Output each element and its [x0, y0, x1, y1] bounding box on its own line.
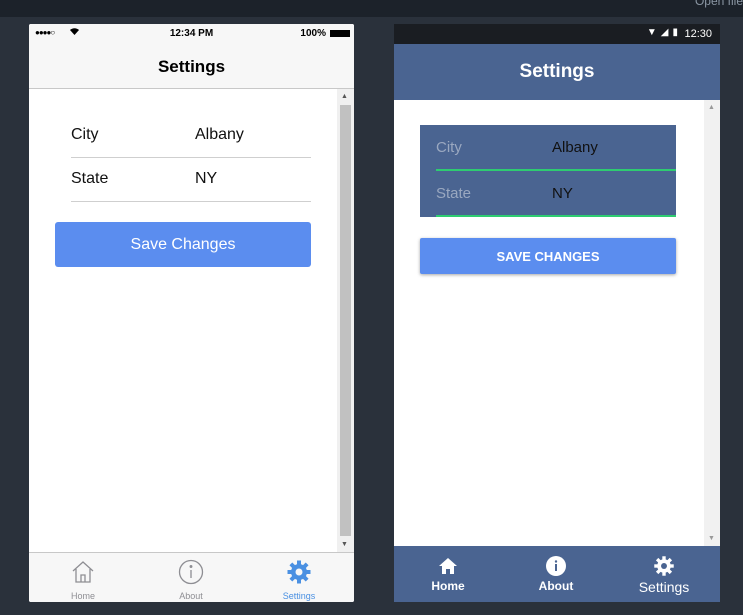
state-input[interactable]: NY [195, 170, 217, 188]
battery-percent: 100% [300, 28, 326, 39]
scrollbar-thumb[interactable] [340, 105, 351, 536]
tab-settings-label: Settings [282, 591, 316, 601]
tab-about-label: About [538, 579, 574, 593]
battery-icon [330, 30, 350, 37]
state-field[interactable]: State NY [436, 171, 676, 217]
city-label: City [71, 126, 99, 143]
status-icons: ▼◢▮ [646, 27, 682, 38]
ios-status-bar: ●●●●○ 12:34 PM 100% [29, 24, 354, 44]
tab-home-label: Home [431, 579, 465, 593]
info-icon [545, 555, 567, 577]
tab-bar: Home About Settings [29, 552, 354, 602]
state-field[interactable]: State NY [71, 158, 311, 202]
scrollbar[interactable]: ▲ ▼ [337, 89, 354, 552]
state-label: State [436, 185, 472, 202]
city-label: City [436, 139, 462, 156]
save-changes-button[interactable]: SAVE CHANGES [420, 238, 676, 274]
tab-about-label: About [179, 591, 203, 601]
android-device-preview: ▼◢▮ 12:30 Settings City Albany State NY … [394, 24, 720, 602]
scroll-up-icon[interactable]: ▲ [708, 104, 715, 111]
tab-settings[interactable]: Settings [245, 553, 353, 602]
city-input[interactable]: Albany [195, 126, 244, 144]
host-toolbar: Open file [0, 0, 743, 17]
open-file-link[interactable]: Open file [695, 0, 743, 8]
settings-form: City Albany State NY SAVE CHANGES [394, 100, 704, 546]
fields-card: City Albany State NY [420, 125, 676, 217]
status-time: 12:30 [684, 28, 712, 40]
tab-settings[interactable]: Settings [610, 546, 718, 602]
tab-settings-label: Settings [638, 579, 690, 595]
scroll-down-icon[interactable]: ▼ [341, 541, 348, 548]
tab-about[interactable]: About [502, 546, 610, 602]
gear-icon [653, 555, 675, 577]
city-input[interactable]: Albany [552, 139, 598, 156]
tab-about[interactable]: About [137, 553, 245, 602]
settings-form: City Albany State NY Save Changes [29, 89, 354, 552]
city-field[interactable]: City Albany [436, 125, 676, 171]
page-title: Settings [29, 44, 354, 89]
page-title: Settings [394, 44, 720, 100]
home-icon [437, 555, 459, 577]
tab-home[interactable]: Home [29, 553, 137, 602]
android-status-bar: ▼◢▮ 12:30 [394, 24, 720, 44]
info-icon [178, 559, 204, 585]
state-label: State [71, 170, 109, 187]
city-field[interactable]: City Albany [71, 114, 311, 158]
tab-home-label: Home [70, 591, 95, 601]
ios-device-preview: ●●●●○ 12:34 PM 100% Settings City Albany… [29, 24, 354, 602]
scroll-up-icon[interactable]: ▲ [341, 93, 348, 100]
save-changes-button[interactable]: Save Changes [55, 222, 311, 267]
scrollbar[interactable]: ▲ ▼ [704, 100, 720, 546]
home-icon [70, 559, 96, 585]
tab-bar: Home About Settings [394, 546, 720, 602]
scroll-down-icon[interactable]: ▼ [708, 535, 715, 542]
gear-icon [286, 559, 312, 585]
state-input[interactable]: NY [552, 185, 573, 202]
tab-home[interactable]: Home [394, 546, 502, 602]
